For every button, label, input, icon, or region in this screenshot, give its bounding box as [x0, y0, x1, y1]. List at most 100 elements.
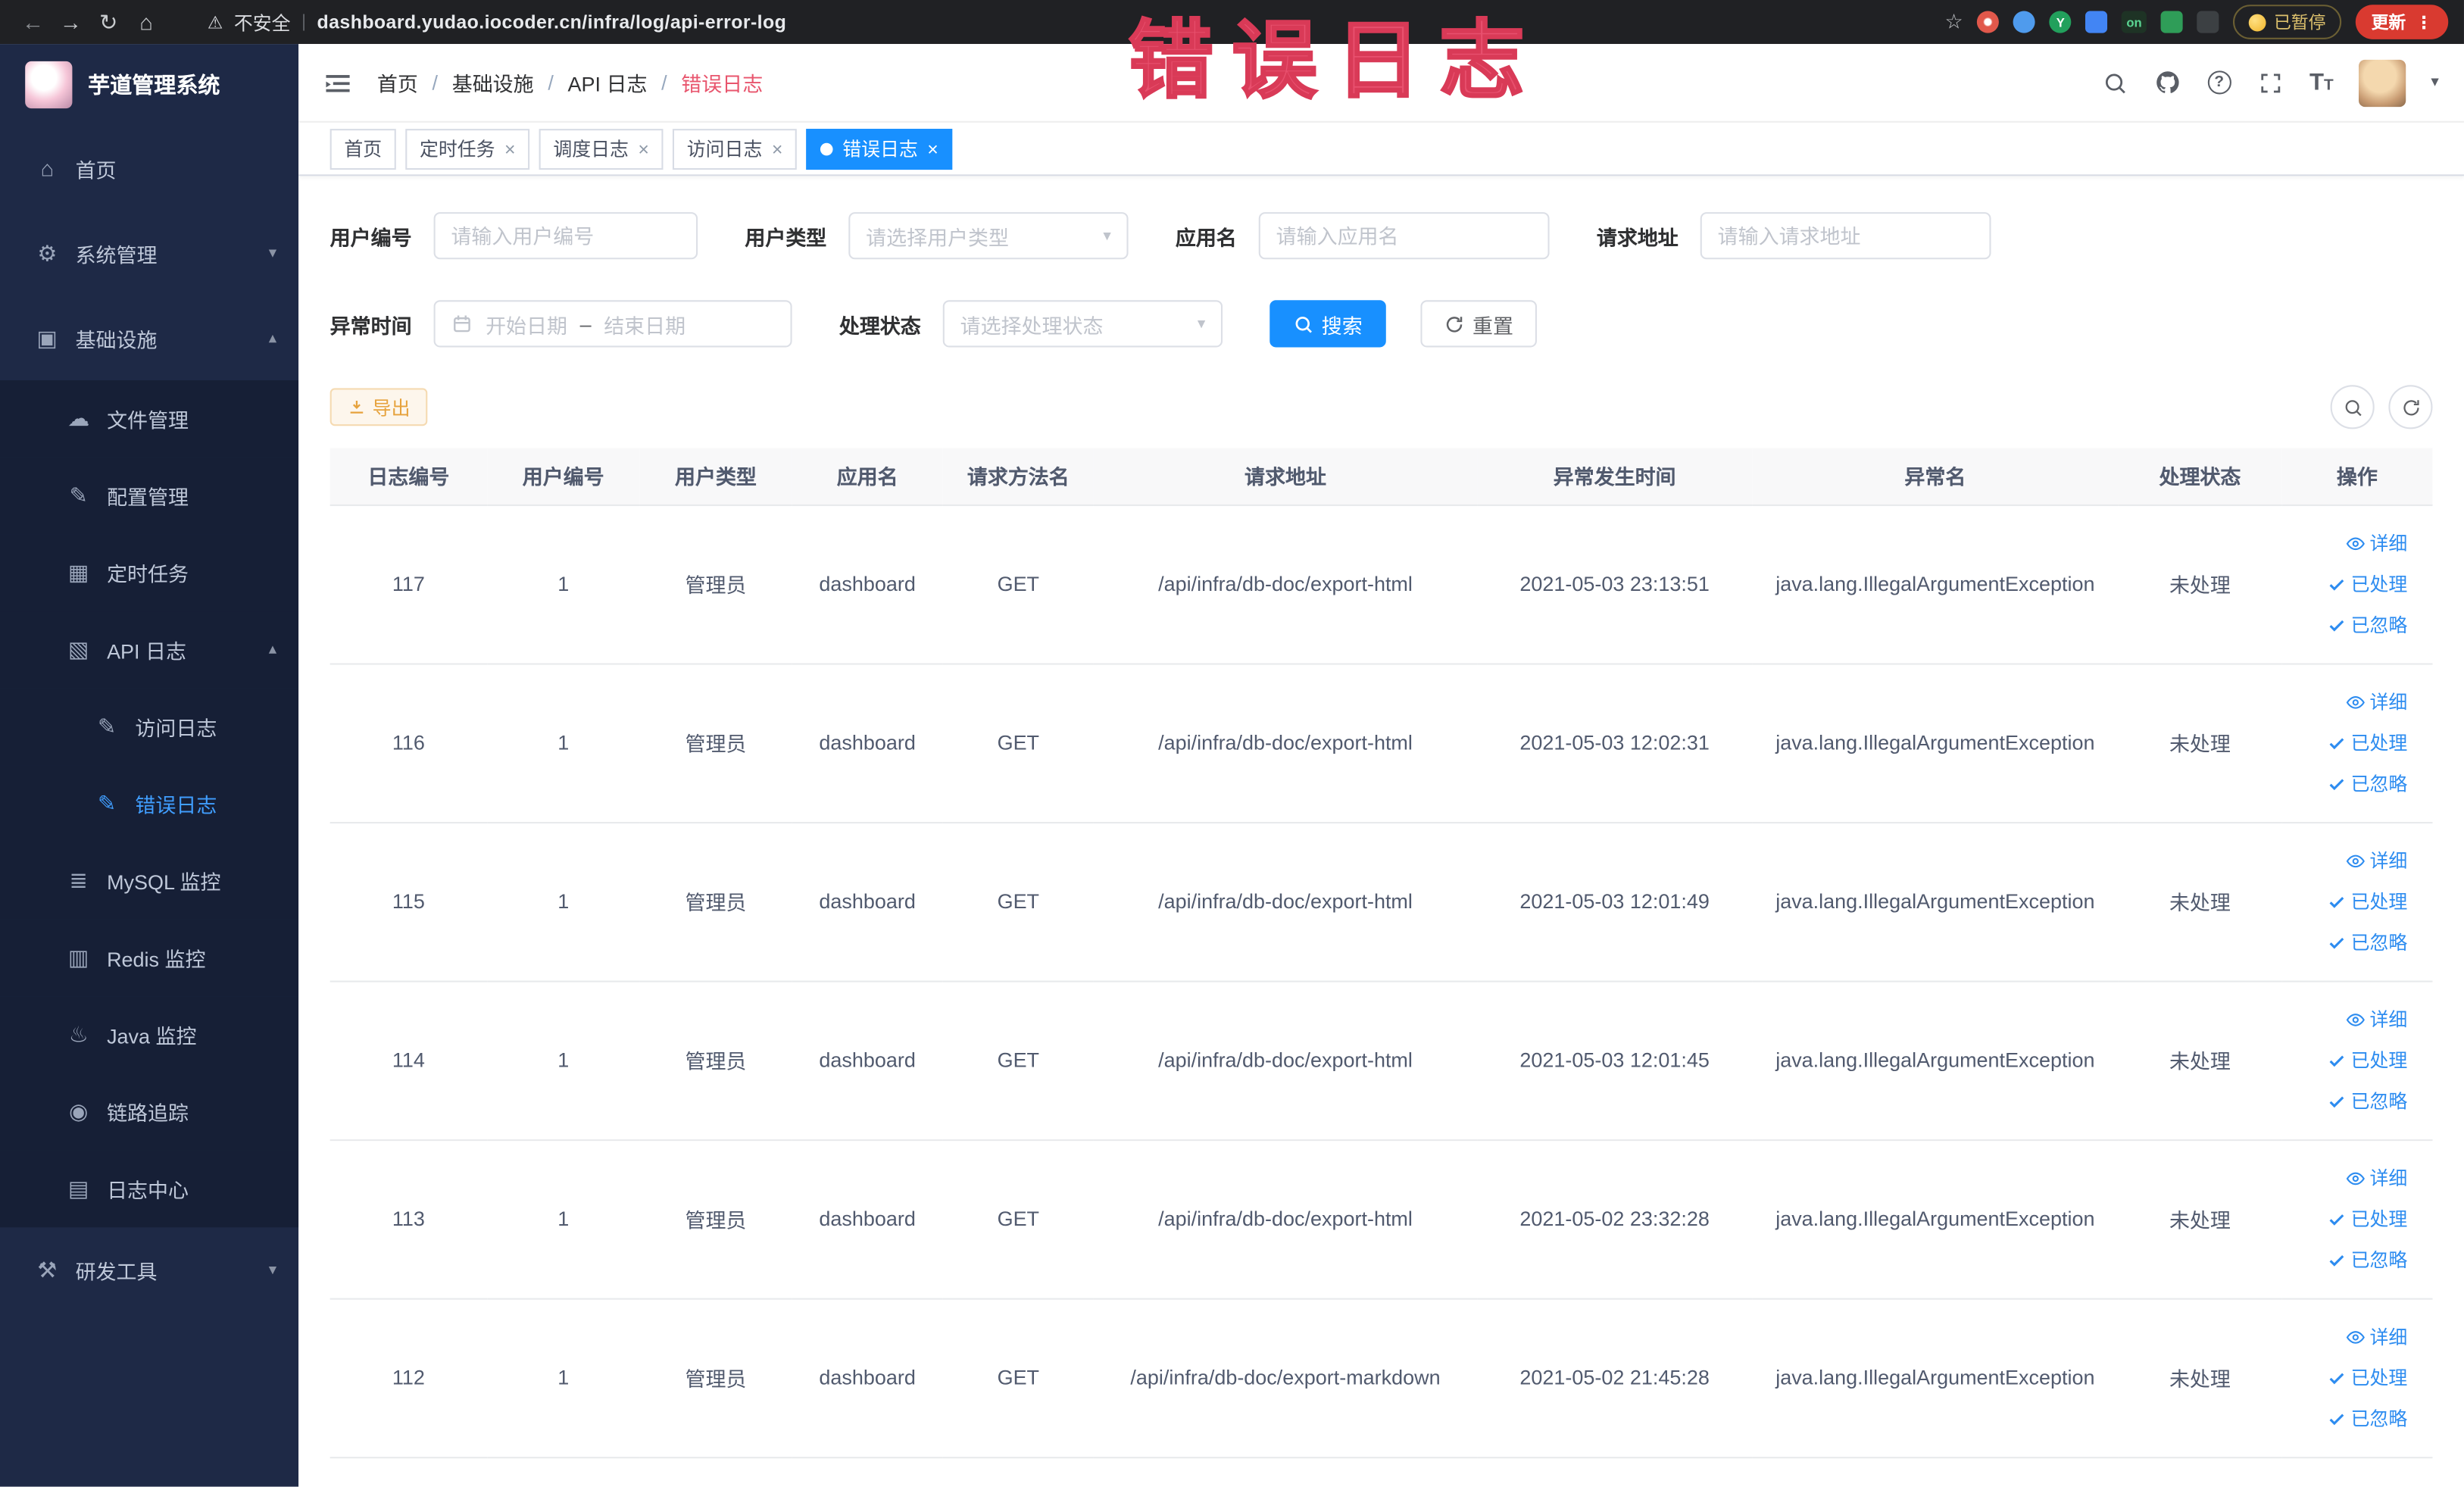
chevron-down-icon[interactable]: ▾: [2431, 74, 2438, 92]
action-processed-link[interactable]: 已处理: [2281, 1357, 2407, 1398]
fullscreen-icon[interactable]: [2256, 68, 2284, 96]
extension-icon-7[interactable]: [2197, 11, 2219, 33]
sidebar-item[interactable]: ▣ 基础设施 ▴: [0, 295, 298, 380]
sidebar-item[interactable]: ⚙ 系统管理 ▾: [0, 211, 298, 295]
close-icon[interactable]: ×: [504, 138, 516, 160]
action-ignored-link[interactable]: 已忽略: [2281, 1239, 2407, 1280]
sidebar-item[interactable]: ✎ 错误日志: [0, 765, 299, 842]
sidebar-item[interactable]: ⌂ 首页: [0, 126, 298, 211]
sidebar-item[interactable]: ✎ 访问日志: [0, 688, 299, 766]
user-id-label: 用户编号: [329, 225, 412, 249]
cell-app: dashboard: [792, 822, 943, 982]
action-detail-link[interactable]: 详细: [2281, 523, 2407, 564]
extension-icon-3[interactable]: Y: [2049, 11, 2072, 33]
breadcrumb-item[interactable]: API 日志: [568, 67, 648, 97]
toggle-search-button[interactable]: [2330, 385, 2375, 430]
user-type-label: 用户类型: [745, 225, 827, 249]
breadcrumb-item[interactable]: 错误日志: [681, 67, 763, 97]
user-id-input[interactable]: [433, 212, 698, 260]
action-processed-link[interactable]: 已处理: [2281, 564, 2407, 604]
process-status-select[interactable]: 请选择处理状态 ▾: [942, 300, 1223, 348]
browser-home-icon[interactable]: ⌂: [129, 5, 164, 39]
url-text: dashboard.yudao.iocoder.cn/infra/log/api…: [317, 11, 787, 33]
table-row: 114 1 管理员 dashboard GET/api/infra/db-doc/exp…: [329, 980, 2433, 1141]
update-label: 更新: [2371, 14, 2406, 33]
forward-icon[interactable]: →: [54, 5, 89, 39]
extension-icon-1[interactable]: [1977, 11, 2000, 33]
action-ignored-link[interactable]: 已忽略: [2281, 763, 2407, 804]
update-button[interactable]: 更新 ⋮: [2355, 5, 2449, 39]
close-icon[interactable]: ×: [772, 138, 783, 160]
export-button[interactable]: 导出: [329, 388, 428, 426]
tab[interactable]: 调度日志 ×: [539, 128, 664, 170]
paused-face-icon: [2248, 13, 2266, 31]
tab[interactable]: 访问日志 ×: [673, 128, 798, 170]
action-detail-link[interactable]: 详细: [2281, 681, 2407, 722]
check-icon: [2329, 737, 2344, 749]
browser-menu-icon[interactable]: ⋮: [2416, 12, 2433, 33]
chevron-down-icon: ▾: [268, 1261, 277, 1279]
close-icon[interactable]: ×: [638, 138, 649, 160]
app-name-input[interactable]: [1258, 212, 1550, 260]
back-icon[interactable]: ←: [16, 5, 51, 39]
close-icon[interactable]: ×: [927, 138, 938, 160]
redis-icon: ▥: [67, 944, 89, 970]
action-processed-link[interactable]: 已处理: [2281, 1039, 2407, 1080]
cell-user_type: 管理员: [639, 663, 792, 823]
breadcrumb-item[interactable]: 基础设施: [452, 67, 534, 97]
request-url-input[interactable]: [1700, 212, 1991, 260]
sidebar-item[interactable]: ♨ Java 监控: [0, 996, 299, 1073]
sidebar-item[interactable]: ▧ API 日志 ▴: [0, 611, 299, 689]
breadcrumb-item[interactable]: 首页: [377, 67, 418, 97]
action-ignored-link[interactable]: 已忽略: [2281, 922, 2407, 963]
extension-icon-4[interactable]: [2085, 11, 2108, 33]
address-bar[interactable]: ⚠ 不安全 | dashboard.yudao.iocoder.cn/infra…: [208, 8, 1941, 35]
action-detail-link[interactable]: 详细: [2281, 1316, 2407, 1357]
action-ignored-link[interactable]: 已忽略: [2281, 1398, 2407, 1439]
sidebar-item[interactable]: ▦ 定时任务: [0, 534, 299, 612]
sidebar-item[interactable]: ☁ 文件管理: [0, 380, 299, 458]
sidebar-item[interactable]: ✎ 配置管理: [0, 457, 299, 535]
sidebar-item[interactable]: ▤ 日志中心: [0, 1150, 299, 1228]
action-detail-link[interactable]: 详细: [2281, 840, 2407, 881]
tab-label: 错误日志: [842, 138, 918, 161]
cell-user_id: 1: [487, 822, 640, 982]
eye-icon: [2346, 536, 2365, 550]
date-range-picker[interactable]: 开始日期 – 结束日期: [433, 300, 792, 348]
reset-button[interactable]: 重置: [1420, 300, 1538, 348]
extension-icon-6[interactable]: [2160, 11, 2183, 33]
reload-icon[interactable]: ↻: [91, 5, 126, 39]
end-date-placeholder: 结束日期: [604, 313, 686, 338]
tab[interactable]: 错误日志 ×: [806, 128, 953, 170]
action-ignored-link[interactable]: 已忽略: [2281, 1080, 2407, 1121]
action-detail-link[interactable]: 详细: [2281, 1157, 2407, 1198]
search-button[interactable]: 搜索: [1269, 300, 1386, 348]
sidebar-item-label: 日志中心: [107, 1178, 189, 1203]
action-ignored-link[interactable]: 已忽略: [2281, 604, 2407, 645]
sidebar-item[interactable]: ▥ Redis 监控: [0, 919, 299, 997]
bookmark-star-icon[interactable]: ☆: [1944, 9, 1963, 34]
refresh-button[interactable]: [2388, 385, 2433, 430]
sidebar-item[interactable]: ≣ MySQL 监控: [0, 842, 299, 920]
paused-button[interactable]: 已暂停: [2233, 5, 2342, 39]
sidebar-item[interactable]: ◉ 链路追踪: [0, 1073, 299, 1151]
font-size-icon[interactable]: TT: [2309, 69, 2334, 95]
hamburger-icon[interactable]: [323, 67, 354, 98]
github-icon[interactable]: [2154, 68, 2182, 96]
tab[interactable]: 定时任务 ×: [405, 128, 530, 170]
action-processed-link[interactable]: 已处理: [2281, 881, 2407, 922]
extension-icon-2[interactable]: [2013, 11, 2036, 33]
action-processed-link[interactable]: 已处理: [2281, 1198, 2407, 1239]
sidebar-item[interactable]: ⚒ 研发工具 ▾: [0, 1227, 298, 1312]
extension-icon-on[interactable]: on: [2122, 11, 2147, 33]
search-icon[interactable]: [2100, 68, 2128, 96]
avatar[interactable]: [2358, 58, 2406, 107]
user-type-select[interactable]: 请选择用户类型 ▾: [848, 212, 1129, 260]
help-icon[interactable]: ?: [2207, 70, 2231, 95]
tab[interactable]: 首页: [329, 128, 396, 170]
column-header: 用户类型: [639, 448, 792, 505]
column-header: 处理状态: [2118, 448, 2282, 505]
app-logo[interactable]: 芋道管理系统: [0, 44, 298, 126]
action-detail-link[interactable]: 详细: [2281, 998, 2407, 1039]
action-processed-link[interactable]: 已处理: [2281, 722, 2407, 763]
